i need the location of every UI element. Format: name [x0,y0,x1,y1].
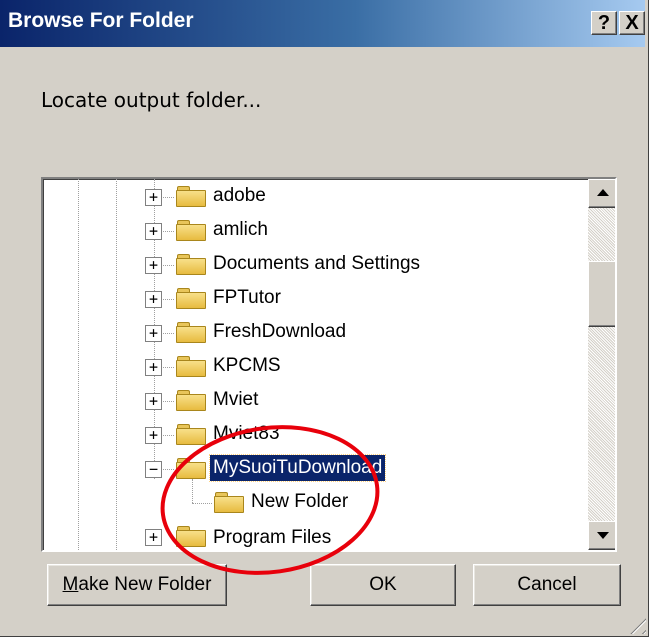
scroll-down-button[interactable] [588,521,615,550]
expand-toggle[interactable]: + [145,325,162,342]
tree-item-mysuoitudownload[interactable]: MySuoiTuDownload [208,454,387,482]
expand-toggle[interactable]: + [145,359,162,376]
expand-toggle[interactable]: + [145,393,162,410]
expand-toggle[interactable]: + [145,189,162,206]
make-new-folder-button[interactable]: Make New Folder [47,564,227,606]
arrow-up-icon [597,189,609,196]
scroll-up-button[interactable] [588,179,615,208]
tree-guide-line [116,179,117,550]
mnemonic-letter: M [62,574,79,595]
expand-toggle[interactable]: + [145,427,162,444]
tree-item-freshdownload[interactable]: FreshDownload [210,319,349,345]
resize-grip-icon[interactable] [624,612,646,634]
cancel-button[interactable]: Cancel [473,564,621,606]
tree-item-kpcms[interactable]: KPCMS [210,353,284,379]
help-button[interactable]: ? [591,11,617,35]
dialog-prompt: Locate output folder... [41,88,262,112]
tree-item-mviet83[interactable]: Mviet83 [210,421,283,447]
folder-icon [176,423,206,445]
folder-icon [176,219,206,241]
tree-item-mviet[interactable]: Mviet [210,387,261,413]
folder-icon [176,389,206,411]
folder-icon [176,185,206,207]
tree-item-amlich[interactable]: amlich [210,217,271,243]
expand-toggle[interactable]: + [145,291,162,308]
scrollbar-thumb[interactable] [588,261,615,327]
folder-tree[interactable]: + adobe + amlich + Documents and Setting… [41,177,617,552]
button-label: ake New Folder [78,574,212,595]
title-bar[interactable]: Browse For Folder ? X [0,0,645,47]
open-folder-icon [176,457,206,479]
window-title: Browse For Folder [8,9,194,32]
folder-icon [176,355,206,377]
vertical-scrollbar[interactable] [588,179,615,550]
arrow-down-icon [597,532,609,539]
ok-button[interactable]: OK [310,564,456,606]
tree-item-program-files[interactable]: Program Files [210,525,334,550]
tree-item-adobe[interactable]: adobe [210,183,269,209]
folder-icon [176,287,206,309]
collapse-toggle[interactable]: − [145,461,162,478]
expand-toggle[interactable]: + [145,223,162,240]
browse-for-folder-dialog: Browse For Folder ? X Locate output fold… [0,0,649,637]
folder-icon [176,525,206,547]
expand-toggle[interactable]: + [145,257,162,274]
tree-item-fptutor[interactable]: FPTutor [210,285,284,311]
folder-icon [176,321,206,343]
tree-item-documents-and-settings[interactable]: Documents and Settings [210,251,423,277]
expand-toggle[interactable]: + [145,529,162,546]
tree-guide-line [78,179,79,550]
folder-icon [214,491,244,513]
tree-item-new-folder[interactable]: New Folder [248,489,351,515]
folder-icon [176,253,206,275]
close-button[interactable]: X [619,11,645,35]
